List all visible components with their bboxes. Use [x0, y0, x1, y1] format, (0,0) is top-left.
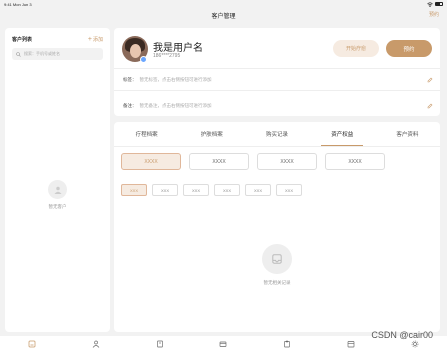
customer-search-input[interactable]: 搜索：手机号或姓名: [12, 48, 103, 60]
divider: [114, 90, 440, 91]
benefit-option[interactable]: XXXX: [325, 153, 385, 170]
tags-label: 标签：: [123, 77, 137, 82]
add-customer-label: 添加: [92, 37, 103, 43]
empty-customer-text: 暂无客户: [48, 204, 67, 209]
benefit-options: XXXX XXXX XXXX XXXX: [121, 153, 434, 170]
tab-customer-info[interactable]: 客户资料: [375, 122, 440, 146]
filter-chip[interactable]: XXX: [183, 184, 209, 196]
status-indicators: [427, 1, 443, 7]
customer-name: 我是用户名: [153, 43, 203, 54]
empty-records-text: 暂无相关记录: [263, 280, 291, 285]
benefit-option[interactable]: XXXX: [189, 153, 249, 170]
tab-assets-benefits[interactable]: 资产权益: [310, 122, 375, 146]
page-title: 客户管理: [211, 14, 236, 20]
customer-profile-card: 我是用户名 186****2795 开始疗愈 预约 标签： 暂无标签，点击右侧按…: [114, 28, 440, 116]
document-icon[interactable]: [155, 339, 164, 348]
add-customer-button[interactable]: + 添加: [88, 36, 103, 43]
customer-list-title: 客户列表: [12, 37, 33, 43]
detail-tabs: 疗程档案 护肤档案 购买记录 资产权益 客户资料: [114, 122, 440, 147]
start-treatment-button[interactable]: 开始疗愈: [333, 40, 379, 57]
gender-badge-icon: [140, 56, 147, 63]
plus-icon: +: [87, 36, 92, 43]
search-icon: [16, 51, 21, 57]
search-placeholder: 搜索：手机号或姓名: [24, 51, 60, 56]
filter-chip[interactable]: XXX: [276, 184, 302, 196]
customer-icon[interactable]: [27, 339, 36, 348]
filter-chips: XXX XXX XXX XXX XXX XXX: [121, 184, 302, 196]
tags-value: 暂无标签，点击右侧按钮可进行添加: [139, 77, 212, 82]
empty-records-state: 暂无相关记录: [114, 244, 440, 286]
edit-notes-icon[interactable]: [427, 103, 433, 109]
battery-icon: [435, 2, 443, 6]
empty-records-icon: [262, 244, 292, 274]
status-time: 9:41 Mon Jun 3: [4, 1, 32, 7]
customer-list-header: 客户列表 + 添加: [5, 28, 110, 43]
edit-tags-icon[interactable]: [427, 77, 433, 83]
customer-detail-card: 疗程档案 护肤档案 购买记录 资产权益 客户资料 XXXX XXXX XXXX …: [114, 122, 440, 332]
divider: [114, 68, 440, 69]
book-button[interactable]: 预约: [386, 40, 432, 57]
watermark: CSDN @cair00: [371, 330, 433, 340]
notes-label: 备注：: [123, 103, 137, 108]
filter-chip[interactable]: XXX: [245, 184, 271, 196]
tags-row: 标签： 暂无标签，点击右侧按钮可进行添加: [123, 77, 433, 83]
benefit-option[interactable]: XXXX: [257, 153, 317, 170]
nav-bar: 客户管理 预约: [0, 8, 447, 23]
clipboard-icon[interactable]: [283, 339, 292, 348]
calendar-icon[interactable]: [347, 339, 356, 348]
tab-skincare-records[interactable]: 护肤档案: [179, 122, 244, 146]
status-bar: 9:41 Mon Jun 3: [0, 0, 447, 8]
wallet-icon[interactable]: [219, 339, 228, 348]
tab-purchase-history[interactable]: 购买记录: [244, 122, 309, 146]
nav-book-link[interactable]: 预约: [429, 11, 439, 18]
customer-list-panel: 客户列表 + 添加 搜索：手机号或姓名 暂无客户: [5, 28, 110, 332]
tab-treatment-records[interactable]: 疗程档案: [114, 122, 179, 146]
filter-chip[interactable]: XXX: [152, 184, 178, 196]
filter-chip[interactable]: XXX: [121, 184, 147, 196]
empty-customer-state: 暂无客户: [5, 180, 110, 210]
filter-chip[interactable]: XXX: [214, 184, 240, 196]
benefit-option[interactable]: XXXX: [121, 153, 181, 170]
settings-icon[interactable]: [410, 339, 419, 348]
customer-phone: 186****2795: [153, 53, 181, 59]
wifi-icon: [427, 1, 433, 7]
notes-value: 暂无备注，点击右侧按钮可进行添加: [139, 103, 212, 108]
notes-row: 备注： 暂无备注，点击右侧按钮可进行添加: [123, 103, 433, 109]
user-icon[interactable]: [91, 339, 100, 348]
empty-customer-icon: [48, 180, 67, 199]
